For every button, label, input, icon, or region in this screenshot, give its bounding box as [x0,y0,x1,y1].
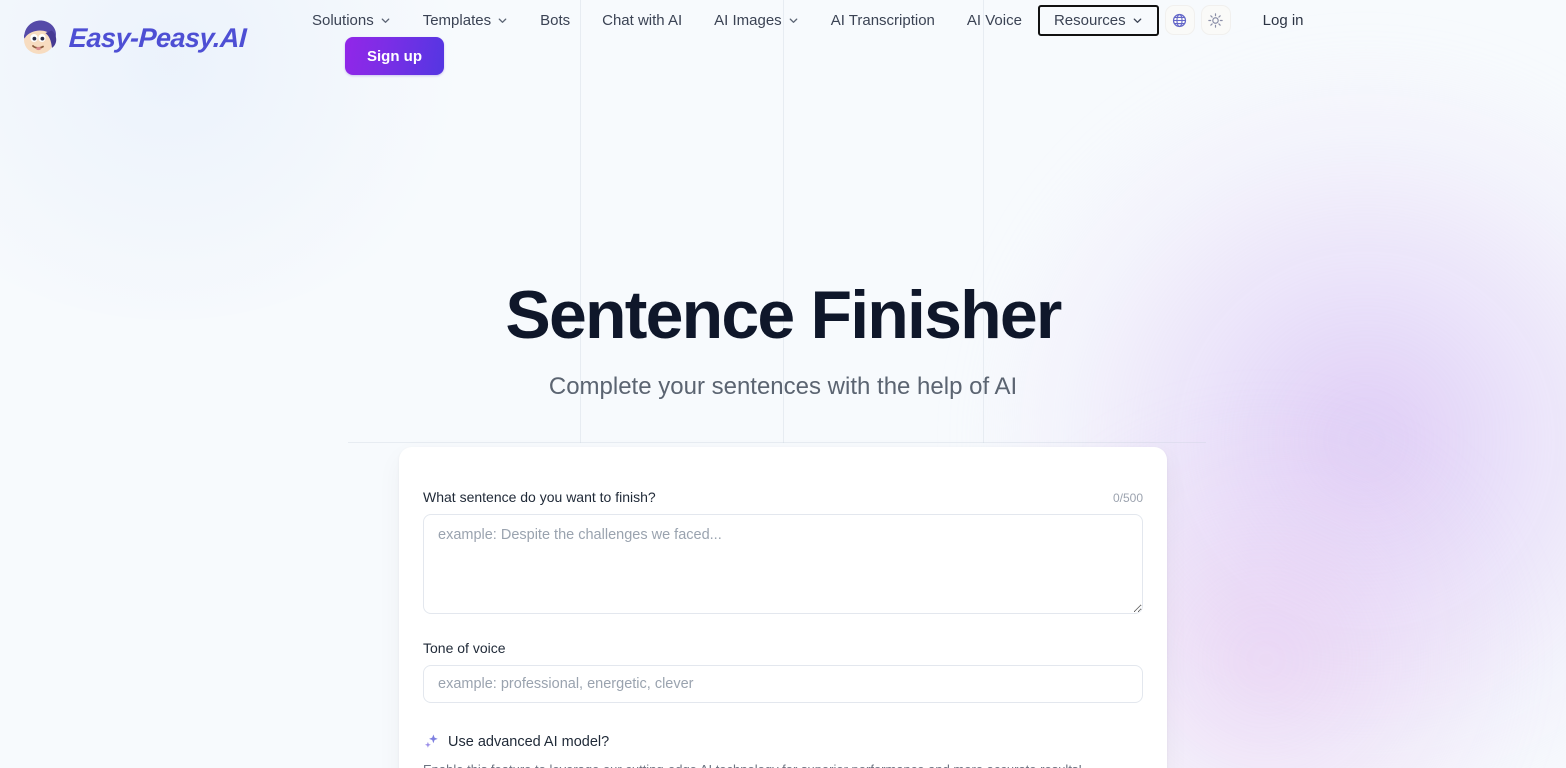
login-link[interactable]: Log in [1253,6,1314,35]
nav-item-ai-transcription[interactable]: AI Transcription [815,5,951,36]
nav-label: Templates [422,11,492,29]
character-counter: 0/500 [1112,491,1143,506]
nav-item-chat-with-ai[interactable]: Chat with AI [586,5,698,36]
site-header: Easy-Peasy.AI Solutions Templates Bots C… [0,0,1566,80]
chevron-down-icon [380,15,391,26]
sentence-field-label: What sentence do you want to finish? [423,489,656,506]
sun-icon[interactable] [1200,5,1231,35]
sentence-field-header: What sentence do you want to finish? 0/5… [423,489,1143,505]
tone-field-group: Tone of voice [423,640,1143,704]
nav-label: AI Voice [966,11,1022,29]
globe-icon[interactable] [1164,5,1195,35]
nav-item-ai-voice[interactable]: AI Voice [951,5,1038,36]
sparkle-icon [423,733,440,750]
advanced-model-section: Use advanced AI model? Enable this featu… [423,733,1143,768]
advanced-model-title: Use advanced AI model? [448,733,610,750]
nav-label: Bots [540,11,571,29]
nav-label: AI Images [714,11,782,29]
tone-input[interactable] [423,665,1143,704]
nav-item-resources[interactable]: Resources [1037,4,1159,36]
chevron-down-icon [497,15,508,26]
generator-form-card: What sentence do you want to finish? 0/5… [399,447,1167,768]
signup-button[interactable]: Sign up [345,37,444,75]
advanced-model-header: Use advanced AI model? [423,733,1143,750]
page-title: Sentence Finisher [505,277,1062,353]
hero-section: Sentence Finisher Complete your sentence… [0,277,1566,401]
nav-item-solutions[interactable]: Solutions [296,5,407,36]
mascot-face-icon [18,17,62,59]
nav-label: Resources [1053,11,1126,29]
advanced-model-description: Enable this feature to leverage our cutt… [423,760,1135,768]
chevron-down-icon [788,15,799,26]
nav-label: Chat with AI [602,11,683,29]
nav-item-ai-images[interactable]: AI Images [698,5,815,36]
nav-label: Solutions [312,11,374,29]
nav-label: AI Transcription [830,11,935,29]
sentence-input[interactable] [423,514,1143,615]
logo-link[interactable]: Easy-Peasy.AI [18,17,247,59]
tone-field-label: Tone of voice [423,640,506,657]
chevron-down-icon [1132,15,1143,26]
sentence-field-group: What sentence do you want to finish? 0/5… [423,489,1143,615]
main-navigation: Solutions Templates Bots Chat with AI AI… [296,0,1546,40]
page-subtitle: Complete your sentences with the help of… [548,373,1018,401]
logo-wordmark: Easy-Peasy.AI [68,22,247,53]
nav-item-templates[interactable]: Templates [407,5,524,36]
nav-item-bots[interactable]: Bots [524,5,586,36]
